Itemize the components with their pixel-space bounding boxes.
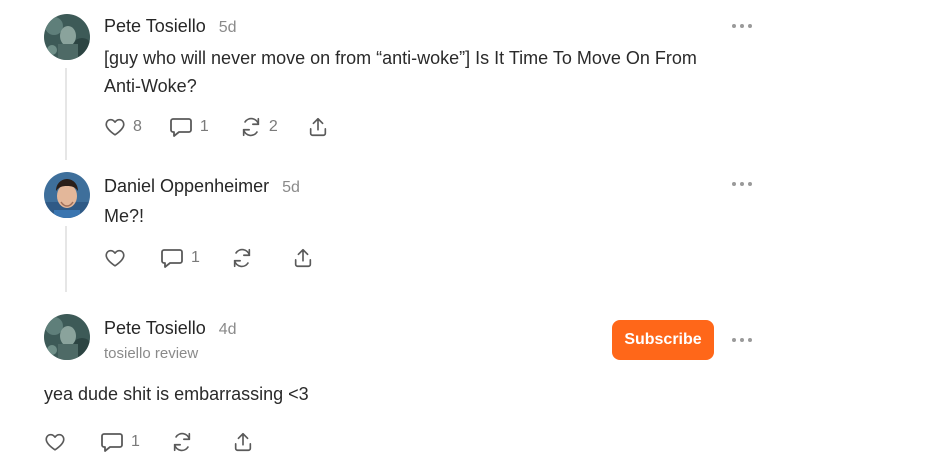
comment-text-line-2: Anti-Woke? [104, 76, 197, 96]
reply-button[interactable]: 1 [160, 245, 200, 271]
more-dots-icon[interactable] [732, 178, 752, 190]
share-button[interactable] [232, 429, 254, 455]
comment-text: Me?! [104, 206, 145, 226]
comment-text-line-1: [guy who will never move on from “anti-w… [104, 48, 697, 68]
share-upload-icon [234, 432, 252, 452]
reply-count: 1 [199, 118, 209, 135]
restack-arrows-icon [173, 432, 191, 452]
comment-1: Pete Tosiello 5d [guy who will never mov… [0, 0, 948, 160]
like-button[interactable] [104, 245, 126, 271]
avatar-image [44, 314, 90, 360]
action-bar: 8 1 2 [104, 114, 329, 140]
like-button[interactable]: 8 [104, 114, 142, 140]
timestamp[interactable]: 5d [219, 19, 237, 37]
share-upload-icon [309, 117, 326, 137]
author-name[interactable]: Pete Tosiello [104, 318, 206, 339]
restack-arrows-icon [233, 248, 251, 268]
like-button[interactable] [44, 429, 66, 455]
restack-button[interactable] [171, 429, 193, 455]
publication-name[interactable]: tosiello review [104, 345, 198, 362]
share-upload-icon [294, 248, 312, 268]
more-dots-icon[interactable] [732, 334, 752, 346]
share-button[interactable] [307, 114, 329, 140]
author-name[interactable]: Pete Tosiello [104, 16, 206, 37]
avatar[interactable] [44, 172, 90, 218]
more-dots-icon[interactable] [732, 20, 752, 32]
comment-text: yea dude shit is embarrassing <3 [44, 384, 309, 404]
avatar[interactable] [44, 314, 90, 360]
restack-arrows-icon [242, 117, 259, 137]
restack-button[interactable]: 2 [240, 114, 278, 140]
restack-button[interactable] [231, 245, 253, 271]
comment-bubble-icon [161, 249, 183, 268]
heart-icon [105, 249, 125, 267]
timestamp[interactable]: 4d [219, 321, 237, 339]
restack-count: 2 [268, 118, 278, 135]
thread-line [65, 68, 67, 160]
subscribe-button[interactable]: Subscribe [612, 320, 714, 360]
comment-bubble-icon [170, 118, 192, 137]
comment-2: Daniel Oppenheimer 5d Me?! 1 [0, 160, 948, 300]
avatar-image [44, 172, 90, 218]
share-button[interactable] [292, 245, 314, 271]
reply-count: 1 [131, 433, 140, 450]
comment-text: [guy who will never move on from “anti-w… [104, 44, 784, 100]
avatar-image [44, 14, 90, 60]
comment-3: Pete Tosiello 4d tosiello review yea dud… [0, 300, 948, 476]
thread-line [65, 226, 67, 292]
avatar[interactable] [44, 14, 90, 60]
heart-icon [105, 118, 125, 136]
like-count: 8 [133, 118, 142, 135]
comment-bubble-icon [101, 433, 123, 452]
action-bar: 1 [44, 429, 254, 455]
heart-icon [45, 433, 65, 451]
action-bar: 1 [104, 245, 314, 271]
reply-button[interactable]: 1 [169, 114, 209, 140]
timestamp[interactable]: 5d [282, 179, 300, 197]
reply-button[interactable]: 1 [100, 429, 140, 455]
reply-count: 1 [191, 249, 200, 266]
author-name[interactable]: Daniel Oppenheimer [104, 176, 269, 197]
